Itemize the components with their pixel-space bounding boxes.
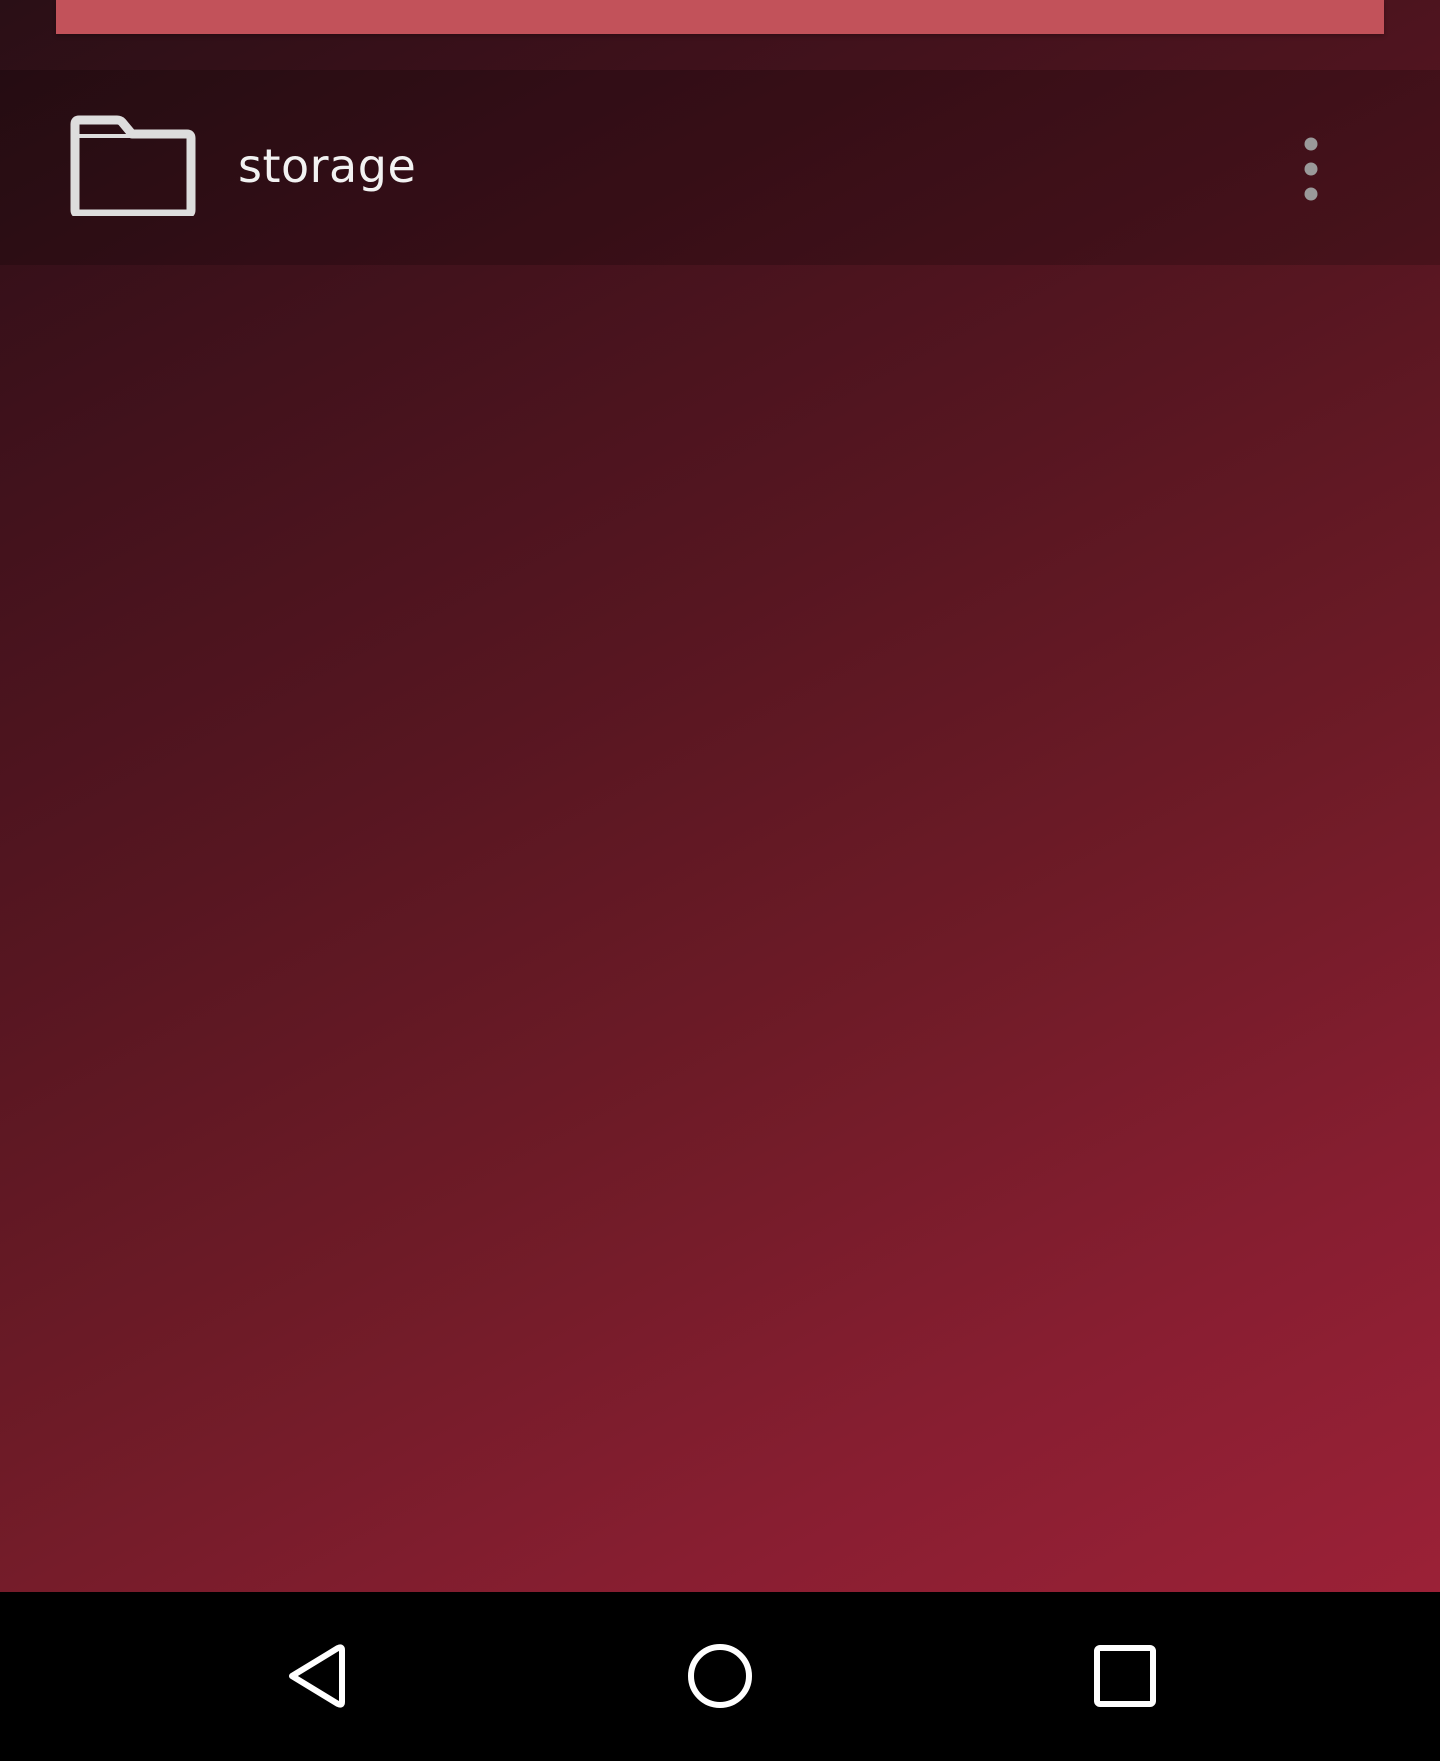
file-browser-screen: storage: [0, 0, 1440, 1592]
list-item[interactable]: storage: [0, 70, 1440, 265]
more-vert-icon[interactable]: [1290, 134, 1332, 204]
folder-icon: [70, 114, 196, 219]
accent-bar: [56, 0, 1384, 34]
list-item-label: storage: [238, 139, 417, 193]
back-icon[interactable]: [270, 1630, 362, 1722]
recents-icon[interactable]: [1079, 1630, 1171, 1722]
navigation-bar: [0, 1592, 1440, 1761]
home-icon[interactable]: [674, 1630, 766, 1722]
